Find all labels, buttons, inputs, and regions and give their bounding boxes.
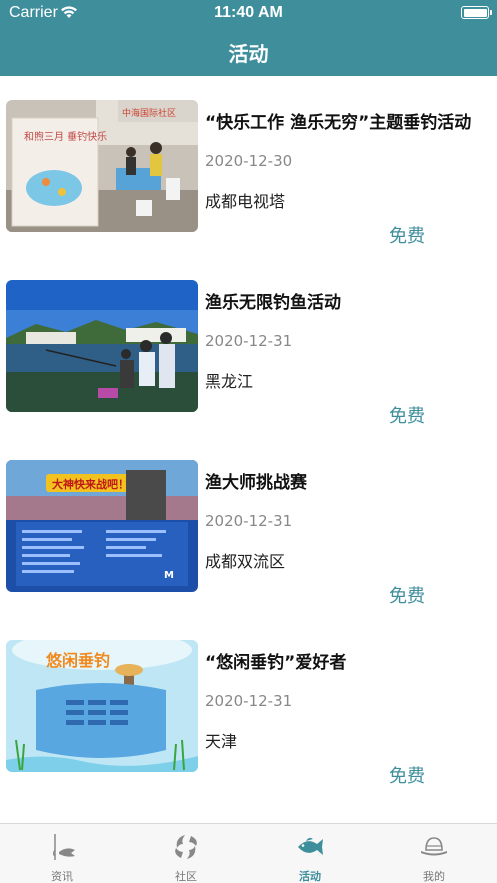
tab-label: 资讯 xyxy=(51,870,73,883)
activity-thumbnail: 中海国际社区 和煦三月 垂钓快乐 xyxy=(6,100,198,232)
activity-thumbnail xyxy=(6,280,198,412)
activity-title: “悠闲垂钓”爱好者 xyxy=(205,653,347,673)
activity-thumbnail: 悠闲垂钓 xyxy=(6,640,198,772)
status-time: 11:40 AM xyxy=(214,4,283,21)
hat-icon xyxy=(421,837,447,856)
activity-location: 天津 xyxy=(205,732,238,751)
activity-price: 免费 xyxy=(389,406,425,427)
activity-title: 渔大师挑战赛 xyxy=(205,473,307,493)
fish-pair-icon xyxy=(175,835,197,859)
tab-news[interactable]: 资讯 xyxy=(0,824,124,883)
fish-icon xyxy=(298,837,323,855)
activity-thumbnail: 大神快来战吧！ M xyxy=(6,460,198,592)
page-title: 活动 xyxy=(228,42,269,66)
activity-location: 黑龙江 xyxy=(205,372,254,391)
tab-activities[interactable]: 活动 xyxy=(248,824,372,883)
nav-header: Carrier 11:40 AM 活动 xyxy=(0,0,497,76)
battery-icon xyxy=(461,6,492,19)
tab-label: 我的 xyxy=(423,870,445,883)
activity-card[interactable]: 大神快来战吧！ M 渔大师挑战赛 2020-12-31 成都双流区 免费 xyxy=(0,460,497,640)
activity-date: 2020-12-31 xyxy=(205,512,293,530)
activity-card[interactable]: 渔乐无限钓鱼活动 2020-12-31 黑龙江 免费 xyxy=(0,280,497,460)
tab-community[interactable]: 社区 xyxy=(124,824,248,883)
status-bar: Carrier 11:40 AM xyxy=(0,0,497,26)
svg-text:M: M xyxy=(164,570,174,581)
activity-price: 免费 xyxy=(389,586,425,607)
thumb-sign-text: 中海国际社区 xyxy=(122,107,176,119)
thumb-banner-text: 悠闲垂钓 xyxy=(45,651,110,670)
activity-price: 免费 xyxy=(389,226,425,247)
tab-label: 社区 xyxy=(175,870,197,883)
activity-location: 成都电视塔 xyxy=(205,192,286,211)
activity-price: 免费 xyxy=(389,766,425,787)
activity-date: 2020-12-31 xyxy=(205,332,293,350)
tab-mine[interactable]: 我的 xyxy=(372,824,496,883)
activity-date: 2020-12-30 xyxy=(205,152,293,170)
fishing-rod-icon xyxy=(52,834,75,860)
thumb-banner-text: 大神快来战吧！ xyxy=(52,477,129,491)
thumb-poster-text: 和煦三月 垂钓快乐 xyxy=(24,130,107,143)
activity-title: “快乐工作 渔乐无穷”主题垂钓活动 xyxy=(205,113,472,133)
activity-title: 渔乐无限钓鱼活动 xyxy=(205,293,341,313)
tab-bar: 资讯 社区 活动 我的 xyxy=(0,823,497,883)
activity-location: 成都双流区 xyxy=(205,552,286,571)
activity-card[interactable]: 悠闲垂钓 “悠闲垂钓”爱好者 2020-12-31 天津 免费 xyxy=(0,640,497,820)
activity-card[interactable]: 中海国际社区 和煦三月 垂钓快乐 “快乐工作 渔乐无穷”主题垂钓活动 2020-… xyxy=(0,100,497,280)
tab-label: 活动 xyxy=(299,870,321,883)
activity-date: 2020-12-31 xyxy=(205,692,293,710)
